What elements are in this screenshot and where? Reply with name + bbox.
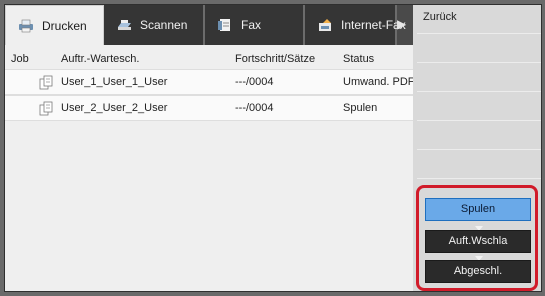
spool-button[interactable]: Spulen — [425, 198, 531, 221]
side-slot — [417, 121, 541, 150]
tab-bar: Drucken Scannen Fax — [5, 5, 413, 45]
job-list: Job Auftr.-Wartesch. Fortschritt/Sätze S… — [5, 45, 413, 291]
row-progress: ---/0004 — [235, 102, 274, 114]
table-row[interactable]: User_1_User_1_User ---/0004 Umwand. PDF — [5, 69, 413, 95]
fax-icon — [217, 18, 233, 32]
tab-internet-fax-label: Internet-Fax — [341, 18, 406, 32]
tab-internet-fax[interactable]: Internet-Fax — [305, 5, 406, 45]
row-queue-name: User_1_User_1_User — [61, 76, 168, 88]
row-status: Umwand. PDF — [343, 76, 413, 88]
row-queue-name: User_2_User_2_User — [61, 102, 168, 114]
back-button-label: Zurück — [423, 11, 457, 23]
side-slot — [417, 63, 541, 92]
print-job-icon — [39, 75, 53, 91]
table-header: Job Auftr.-Wartesch. Fortschritt/Sätze S… — [5, 45, 413, 67]
job-queue-button[interactable]: Auft.Wschla — [425, 230, 531, 253]
print-job-icon — [39, 101, 53, 117]
column-header-job: Job — [11, 53, 29, 65]
row-status: Spulen — [343, 102, 378, 114]
tab-fax[interactable]: Fax — [205, 5, 305, 45]
back-button[interactable]: Zurück — [417, 5, 541, 34]
internet-fax-icon — [317, 18, 333, 32]
completed-button[interactable]: Abgeschl. — [425, 260, 531, 283]
side-slot — [417, 34, 541, 63]
column-header-progress: Fortschritt/Sätze — [235, 53, 316, 65]
table-row[interactable]: User_2_User_2_User ---/0004 Spulen — [5, 95, 413, 121]
tab-fax-label: Fax — [241, 18, 262, 32]
tab-drucken[interactable]: Drucken — [5, 5, 104, 45]
tab-scannen-label: Scannen — [140, 18, 188, 32]
side-slot — [417, 150, 541, 179]
row-progress: ---/0004 — [235, 76, 274, 88]
arrow-right-icon[interactable]: ▶​ — [397, 17, 406, 31]
column-header-status: Status — [343, 53, 375, 65]
printer-icon — [18, 19, 34, 33]
side-slot — [417, 92, 541, 121]
tab-drucken-label: Drucken — [42, 18, 87, 33]
scanner-icon — [116, 18, 132, 32]
column-header-queue: Auftr.-Wartesch. — [61, 53, 140, 65]
tab-scannen[interactable]: Scannen — [104, 5, 205, 45]
